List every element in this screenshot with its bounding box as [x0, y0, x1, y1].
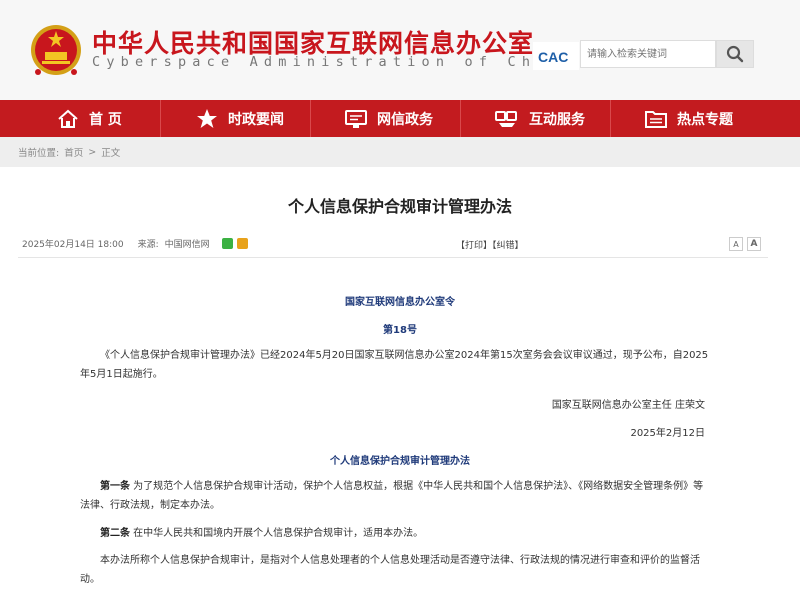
nav-item-label: 时政要闻: [228, 111, 284, 128]
wechat-share-icon[interactable]: [221, 238, 233, 249]
breadcrumb-prefix: 当前位置:: [18, 148, 60, 159]
font-smaller-button[interactable]: A: [729, 237, 743, 251]
article-2-paragraph-2: 本办法所称个人信息保护合规审计，是指对个人信息处理者的个人信息处理活动是否遵守法…: [80, 555, 700, 585]
font-larger-button[interactable]: A: [747, 237, 761, 251]
article-2-label: 第二条: [100, 528, 130, 539]
monitor-icon: [345, 109, 367, 128]
font-larger-label: A: [750, 239, 758, 249]
nav-item-news[interactable]: 时政要闻: [196, 100, 284, 137]
order-issuer: 国家互联网信息办公室令: [345, 297, 455, 308]
signature: 国家互联网信息办公室主任 庄荣文: [551, 400, 705, 411]
order-number: 第18号: [383, 325, 417, 336]
main-nav: 首 页 时政要闻 网信政务 互动服务 热点专题: [0, 100, 800, 137]
nav-item-services[interactable]: 互动服务: [495, 100, 585, 137]
national-emblem-icon: [31, 25, 81, 75]
article-1-label: 第一条: [100, 481, 130, 492]
weibo-share-icon[interactable]: [236, 238, 248, 249]
print-link[interactable]: 【打印】: [456, 241, 492, 251]
breadcrumb-separator: >: [88, 146, 97, 158]
correct-link[interactable]: 【纠错】: [492, 241, 524, 251]
promulgation-paragraph: 《个人信息保护合规审计管理办法》已经2024年5月20日国家互联网信息办公室20…: [80, 350, 709, 380]
cac-logo-icon[interactable]: CAC: [533, 42, 579, 70]
breadcrumb: 当前位置: 首页 > 正文: [0, 137, 800, 167]
article-1-text: 为了规范个人信息保护合规审计活动，保护个人信息权益，根据《中华人民共和国个人信息…: [80, 481, 704, 511]
svg-text:CAC: CAC: [538, 49, 568, 65]
search-input[interactable]: [580, 40, 716, 68]
breadcrumb-current: 正文: [101, 148, 121, 159]
folder-icon: [645, 110, 667, 128]
article-date: 2025年02月14日 18:00: [22, 240, 124, 250]
font-smaller-label: A: [733, 239, 739, 249]
handshake-icon: [495, 110, 517, 127]
print-tools: 【打印】【纠错】: [456, 238, 524, 251]
nav-item-home[interactable]: 首 页: [57, 100, 122, 137]
nav-item-label: 热点专题: [677, 111, 733, 128]
search-icon: [726, 45, 744, 63]
star-icon: [197, 108, 217, 128]
article-1-paragraph: 第一条 为了规范个人信息保护合规审计活动，保护个人信息权益，根据《中华人民共和国…: [80, 477, 710, 515]
article-source: 中国网信网: [164, 240, 210, 250]
article-title: 个人信息保护合规审计管理办法: [287, 197, 512, 216]
site-header: 中华人民共和国国家互联网信息办公室 Cyberspace Administrat…: [0, 0, 800, 100]
breadcrumb-home-link[interactable]: 首页: [64, 145, 83, 159]
article-2-text: 在中华人民共和国境内开展个人信息保护合规审计，适用本办法。: [130, 528, 424, 539]
sign-date: 2025年2月12日: [630, 428, 705, 439]
site-subtitle: Cyberspace Administration of China: [92, 54, 580, 70]
nav-item-label: 网信政务: [377, 111, 433, 128]
article-meta: 2025年02月14日 18:00 来源: 中国网信网: [22, 237, 248, 250]
home-icon: [58, 109, 78, 128]
source-label: 来源:: [137, 240, 159, 250]
divider: [18, 257, 768, 258]
nav-item-topics[interactable]: 热点专题: [645, 100, 733, 137]
nav-item-affairs[interactable]: 网信政务: [345, 100, 433, 137]
search-button[interactable]: [716, 40, 754, 68]
nav-item-label: 首 页: [89, 111, 122, 128]
article-2-paragraph: 第二条 在中华人民共和国境内开展个人信息保护合规审计，适用本办法。: [80, 524, 710, 543]
nav-item-label: 互动服务: [529, 111, 585, 128]
document-title: 个人信息保护合规审计管理办法: [330, 456, 470, 467]
